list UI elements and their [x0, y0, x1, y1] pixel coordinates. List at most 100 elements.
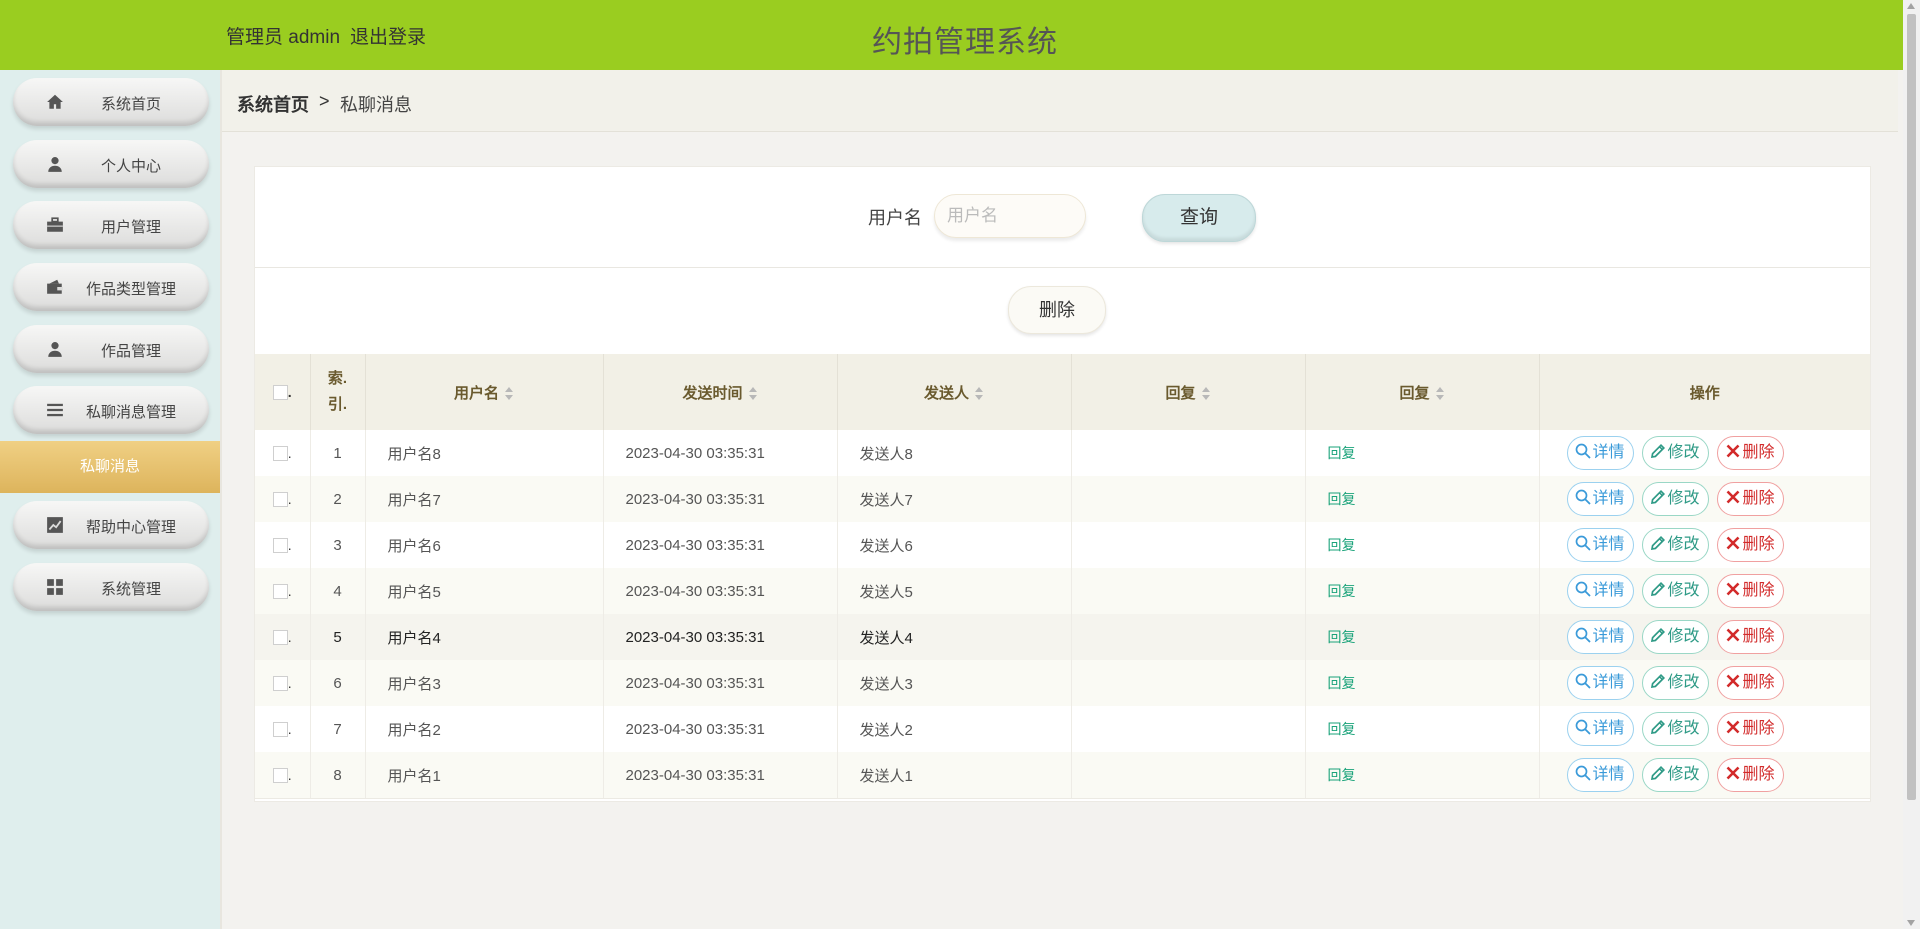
sidebar-item-label: 系统管理 — [63, 578, 199, 599]
sort-icon[interactable] — [1436, 386, 1445, 402]
send-time-header[interactable]: 发送时间 — [603, 354, 837, 430]
edit-button[interactable]: 修改 — [1642, 482, 1709, 516]
search-label: 用户名 — [868, 204, 922, 230]
sort-icon[interactable] — [749, 386, 758, 402]
reply-link[interactable]: 回复 — [1306, 445, 1356, 461]
delete-button[interactable]: 删除 — [1717, 712, 1784, 746]
close-icon — [1725, 490, 1743, 507]
select-all-header[interactable]: . — [255, 354, 310, 430]
sort-icon[interactable] — [1202, 386, 1211, 402]
reply-link[interactable]: 回复 — [1306, 675, 1356, 691]
detail-button[interactable]: 详情 — [1567, 482, 1634, 516]
detail-button[interactable]: 详情 — [1567, 666, 1634, 700]
detail-button[interactable]: 详情 — [1567, 574, 1634, 608]
table-row: .5用户名42023-04-30 03:35:31发送人4回复详情修改删除 — [255, 614, 1870, 660]
scrollbar-thumb[interactable] — [1907, 14, 1916, 800]
sidebar-item-system[interactable]: 系统管理 — [13, 563, 209, 611]
breadcrumb-home[interactable]: 系统首页 — [237, 91, 309, 117]
row-checkbox[interactable] — [273, 446, 288, 461]
sidebar-item-label: 用户管理 — [63, 216, 199, 237]
search-icon — [1575, 582, 1593, 599]
row-checkbox[interactable] — [273, 492, 288, 507]
sidebar-item-work-types[interactable]: 作品类型管理 — [13, 263, 209, 311]
detail-button[interactable]: 详情 — [1567, 758, 1634, 792]
reply-link[interactable]: 回复 — [1306, 491, 1356, 507]
delete-button[interactable]: 删除 — [1717, 620, 1784, 654]
sidebar: 系统首页 个人中心 用户管理 作品类型管理 作品管理 私聊消息管理 私聊消息 帮… — [0, 70, 222, 929]
sidebar-subitem-private-message[interactable]: 私聊消息 — [0, 441, 220, 493]
delete-button[interactable]: 删除 — [1717, 666, 1784, 700]
page-scrollbar[interactable] — [1903, 0, 1920, 929]
row-checkbox[interactable] — [273, 630, 288, 645]
delete-button[interactable]: 删除 — [1717, 758, 1784, 792]
row-send-time: 2023-04-30 03:35:31 — [603, 752, 837, 799]
detail-button[interactable]: 详情 — [1567, 712, 1634, 746]
detail-button[interactable]: 详情 — [1567, 528, 1634, 562]
edit-button[interactable]: 修改 — [1642, 666, 1709, 700]
row-checkbox[interactable] — [273, 538, 288, 553]
user-icon — [46, 155, 64, 173]
sidebar-item-home[interactable]: 系统首页 — [13, 78, 209, 126]
sort-icon[interactable] — [975, 386, 984, 402]
reply-link[interactable]: 回复 — [1306, 583, 1356, 599]
pencil-icon — [1650, 582, 1668, 599]
row-actions: 详情修改删除 — [1539, 522, 1870, 568]
sidebar-item-help-center[interactable]: 帮助中心管理 — [13, 501, 209, 549]
reply-header[interactable]: 回复 — [1071, 354, 1305, 430]
row-reply — [1071, 614, 1305, 660]
sidebar-item-works[interactable]: 作品管理 — [13, 325, 209, 373]
row-index: 5 — [310, 614, 365, 660]
row-sender: 发送人5 — [837, 568, 1071, 614]
delete-button[interactable]: 删除 — [1717, 574, 1784, 608]
row-index: 2 — [310, 476, 365, 522]
reply-link[interactable]: 回复 — [1306, 537, 1356, 553]
reply-link-header[interactable]: 回复 — [1305, 354, 1539, 430]
row-reply — [1071, 752, 1305, 799]
edit-button[interactable]: 修改 — [1642, 620, 1709, 654]
username-search-input[interactable] — [934, 194, 1086, 238]
edit-button[interactable]: 修改 — [1642, 574, 1709, 608]
username-header[interactable]: 用户名 — [365, 354, 603, 430]
row-checkbox[interactable] — [273, 722, 288, 737]
user-icon — [46, 340, 64, 358]
row-reply — [1071, 430, 1305, 476]
reply-link[interactable]: 回复 — [1306, 721, 1356, 737]
edit-button[interactable]: 修改 — [1642, 436, 1709, 470]
row-checkbox-cell: . — [255, 568, 310, 614]
scroll-down-arrow[interactable] — [1907, 920, 1915, 926]
scroll-up-arrow[interactable] — [1907, 3, 1915, 9]
bulk-delete-button[interactable]: 删除 — [1008, 286, 1106, 334]
user-info: 管理员 admin退出登录 — [226, 22, 436, 49]
close-icon — [1725, 674, 1743, 691]
sidebar-item-label: 作品类型管理 — [63, 278, 199, 299]
row-send-time: 2023-04-30 03:35:31 — [603, 476, 837, 522]
delete-button[interactable]: 删除 — [1717, 528, 1784, 562]
edit-button[interactable]: 修改 — [1642, 528, 1709, 562]
close-icon — [1725, 628, 1743, 645]
sender-header[interactable]: 发送人 — [837, 354, 1071, 430]
reply-link[interactable]: 回复 — [1306, 629, 1356, 645]
query-button[interactable]: 查询 — [1142, 194, 1256, 242]
edit-button[interactable]: 修改 — [1642, 758, 1709, 792]
sidebar-item-private-messages[interactable]: 私聊消息管理 — [13, 386, 209, 434]
edit-button[interactable]: 修改 — [1642, 712, 1709, 746]
row-checkbox[interactable] — [273, 676, 288, 691]
row-actions: 详情修改删除 — [1539, 660, 1870, 706]
row-checkbox[interactable] — [273, 584, 288, 599]
row-actions: 详情修改删除 — [1539, 430, 1870, 476]
row-reply-cell: 回复 — [1305, 614, 1539, 660]
row-index: 8 — [310, 752, 365, 799]
pencil-icon — [1650, 536, 1668, 553]
detail-button[interactable]: 详情 — [1567, 436, 1634, 470]
search-icon — [1575, 766, 1593, 783]
detail-button[interactable]: 详情 — [1567, 620, 1634, 654]
sort-icon[interactable] — [505, 386, 514, 402]
select-all-checkbox[interactable] — [273, 385, 288, 400]
sidebar-item-profile[interactable]: 个人中心 — [13, 140, 209, 188]
row-checkbox[interactable] — [273, 768, 288, 783]
sidebar-item-users[interactable]: 用户管理 — [13, 201, 209, 249]
reply-link[interactable]: 回复 — [1306, 767, 1356, 783]
delete-button[interactable]: 删除 — [1717, 482, 1784, 516]
delete-button[interactable]: 删除 — [1717, 436, 1784, 470]
logout-link[interactable]: 退出登录 — [350, 27, 426, 48]
